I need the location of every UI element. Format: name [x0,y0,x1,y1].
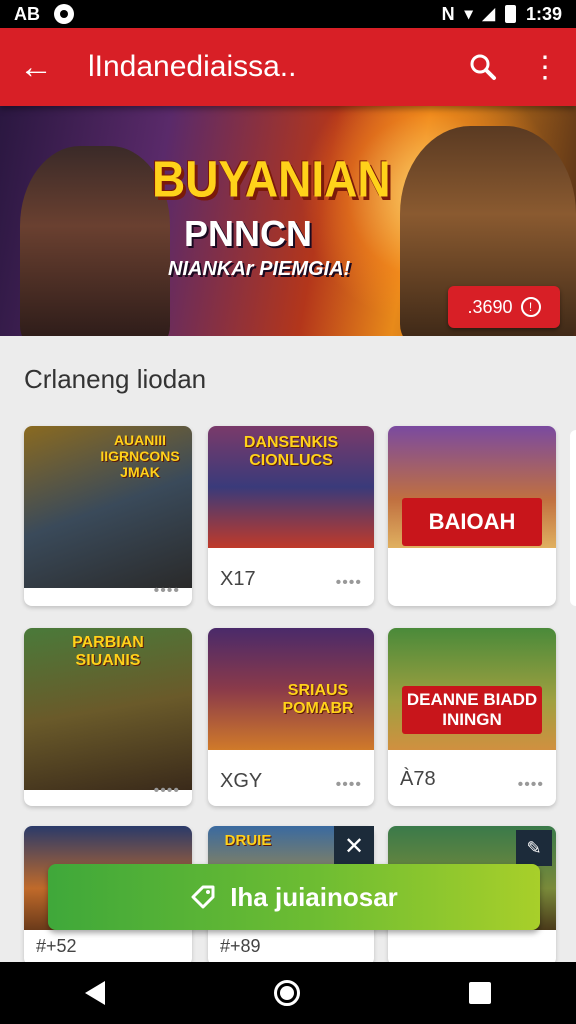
card-more-dots[interactable]: •••• [336,574,362,592]
game-thumbnail-label: BAIOAH [402,498,542,546]
game-thumbnail: BAIOAH [388,426,556,548]
nav-back-icon[interactable] [84,981,105,1005]
game-card[interactable]: AUANIII IIGRNCONS JMAK •••• [24,426,192,606]
card-more-dots[interactable]: •••• [336,776,362,794]
more-options-icon[interactable]: ⋮ [514,28,576,106]
status-time: 1:39 [525,3,562,24]
close-icon[interactable]: ✕ [334,826,374,866]
card-meta: XGY [220,770,263,792]
next-card-peek [570,430,576,606]
card-more-dots[interactable]: •••• [154,582,180,600]
nav-recents-icon[interactable] [469,982,492,1004]
game-thumbnail-label: SRIAUS POMABR [282,682,354,717]
cta-label: Iha juiainosar [230,881,398,912]
game-thumbnail: DEANNE BIADD ININGN [388,628,556,750]
system-nav-bar [0,962,576,1024]
card-meta: X17 [220,568,256,590]
game-card[interactable]: BAIOAH [388,426,556,606]
banner-badge-value: .3690 [467,296,513,317]
banner-hero-left-image [20,146,170,336]
game-thumbnail-label: DANSENKIS CIONLUCS [243,434,339,469]
game-thumbnail-label: DRUIE [224,832,272,849]
search-icon[interactable] [452,28,514,106]
card-more-dots[interactable]: •••• [154,782,180,800]
signal-icon: ◢ [482,6,495,23]
banner-title: BUYANIAN [152,150,391,208]
notification-circle-icon [54,4,74,24]
page-title: lIndanediaissa.. [88,50,297,83]
back-arrow-icon[interactable]: ← [0,28,72,106]
banner-subtitle: PNNCN [184,213,313,254]
battery-icon [504,5,516,23]
cta-button[interactable]: Iha juiainosar [48,864,540,930]
game-thumbnail-label: AUANIII IIGRNCONS JMAK [100,432,180,480]
nav-home-icon[interactable] [273,980,300,1006]
card-meta: #+89 [220,936,261,956]
game-thumbnail: DANSENKIS CIONLUCS [208,426,374,548]
section-title: Crlaneng liodan [24,364,207,394]
game-card[interactable]: PARBIAN SIUANIS •••• [24,628,192,806]
game-thumbnail-label: PARBIAN SIUANIS [72,634,144,669]
banner-tagline: NIANKAr PIEMGIA! [168,258,351,280]
game-thumbnail: AUANIII IIGRNCONS JMAK [24,426,192,588]
card-meta: #+52 [36,936,77,956]
game-card[interactable]: DANSENKIS CIONLUCS X17 •••• [208,426,374,606]
status-bar: AB N ▾ ◢ 1:39 [0,0,576,28]
game-card[interactable]: SRIAUS POMABR XGY •••• [208,628,374,806]
status-left-text: AB [14,3,40,24]
game-thumbnail: SRIAUS POMABR [208,628,374,750]
info-icon: ! [520,297,541,317]
card-meta: À78 [400,768,436,790]
banner-badge-button[interactable]: .3690 ! [448,286,560,328]
app-bar: ← lIndanediaissa.. ⋮ [0,28,576,106]
nfc-icon: N [441,3,455,24]
card-more-dots[interactable]: •••• [518,776,544,794]
wifi-icon: ▾ [464,6,473,23]
game-thumbnail-label: DEANNE BIADD ININGN [402,686,542,734]
game-card[interactable]: DEANNE BIADD ININGN À78 •••• [388,628,556,806]
game-thumbnail: PARBIAN SIUANIS [24,628,192,790]
tag-icon [191,885,215,909]
edit-icon[interactable]: ✎ [516,830,552,866]
